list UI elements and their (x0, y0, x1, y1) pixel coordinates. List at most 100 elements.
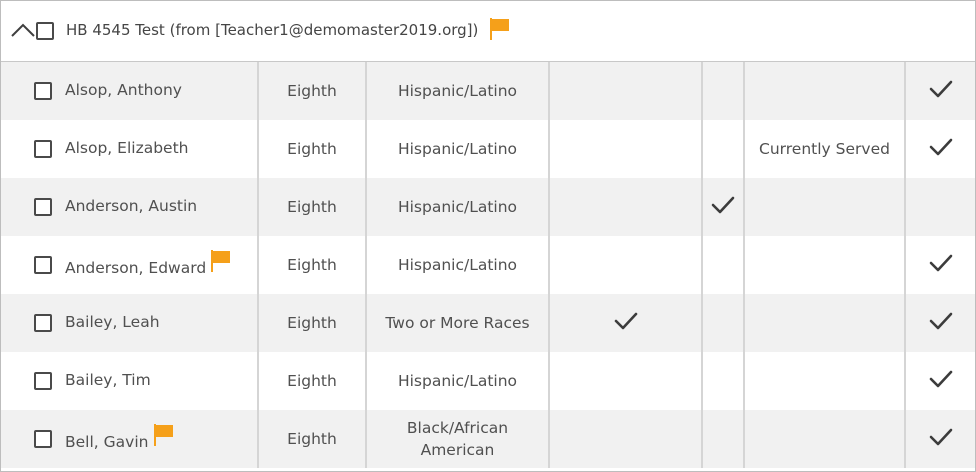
flag-column-a-cell (548, 62, 702, 120)
flag-column-a-cell (548, 120, 702, 178)
student-name-cell: Anderson, Edward (1, 236, 258, 294)
flag-column-a-cell (548, 236, 702, 294)
table-row[interactable]: Bailey, Leah Eighth Two or More Races (1, 294, 975, 352)
row-select-checkbox[interactable] (34, 430, 52, 448)
flag-column-c-cell (904, 236, 975, 294)
student-name-cell: Bell, Gavin (1, 410, 258, 468)
status-cell (743, 236, 905, 294)
student-name: Bell, Gavin (65, 433, 149, 451)
grade-cell: Eighth (257, 236, 366, 294)
status-text: Currently Served (759, 140, 890, 158)
status-cell (743, 294, 905, 352)
flag-column-b-cell (701, 294, 744, 352)
row-select-checkbox[interactable] (34, 372, 52, 390)
flag-column-c-cell (904, 62, 975, 120)
student-name-cell: Anderson, Austin (1, 178, 258, 236)
grade-cell: Eighth (257, 120, 366, 178)
flag-column-b-cell (701, 120, 744, 178)
flag-column-a-cell (548, 352, 702, 410)
grade-text: Eighth (287, 198, 337, 216)
status-cell (743, 410, 905, 468)
grade-cell: Eighth (257, 294, 366, 352)
student-table: Alsop, Anthony Eighth Hispanic/Latino Alsop… (1, 62, 975, 468)
student-name: Bailey, Leah (65, 313, 160, 331)
group-select-checkbox[interactable] (36, 22, 54, 40)
table-row[interactable]: Bell, Gavin Eighth Black/African American (1, 410, 975, 468)
flag-column-a-cell (548, 294, 702, 352)
flag-column-b-cell (701, 62, 744, 120)
ethnicity-text: American (420, 441, 495, 459)
student-name: Alsop, Elizabeth (65, 139, 189, 157)
ethnicity-cell: Hispanic/Latino (365, 352, 549, 410)
status-cell (743, 62, 905, 120)
table-row[interactable]: Anderson, Austin Eighth Hispanic/Latino (1, 178, 975, 236)
flag-column-c-cell (904, 120, 975, 178)
row-select-checkbox[interactable] (34, 256, 52, 274)
ethnicity-cell: Hispanic/Latino (365, 178, 549, 236)
ethnicity-text: Two or More Races (385, 314, 530, 332)
checkmark-icon (929, 138, 953, 161)
flag-icon (154, 424, 174, 446)
ethnicity-cell: Hispanic/Latino (365, 62, 549, 120)
checkmark-icon (929, 428, 953, 451)
flag-column-c-cell (904, 178, 975, 236)
student-group-panel: HB 4545 Test (from [Teacher1@demomaster2… (0, 0, 976, 472)
flag-column-b-cell (701, 410, 744, 468)
status-cell: Currently Served (743, 120, 905, 178)
grade-text: Eighth (287, 314, 337, 332)
student-name: Anderson, Austin (65, 197, 198, 215)
checkmark-icon (929, 312, 953, 335)
table-row[interactable]: Alsop, Elizabeth Eighth Hispanic/Latino Cur… (1, 120, 975, 178)
checkmark-icon (614, 312, 638, 335)
student-name-cell: Bailey, Tim (1, 352, 258, 410)
row-select-checkbox[interactable] (34, 198, 52, 216)
checkmark-icon (929, 370, 953, 393)
student-name-cell: Bailey, Leah (1, 294, 258, 352)
grade-cell: Eighth (257, 410, 366, 468)
student-name: Anderson, Edward (65, 259, 207, 277)
ethnicity-text: Hispanic/Latino (397, 256, 518, 274)
grade-text: Eighth (287, 82, 337, 100)
status-cell (743, 352, 905, 410)
grade-cell: Eighth (257, 62, 366, 120)
table-row[interactable]: Alsop, Anthony Eighth Hispanic/Latino (1, 62, 975, 120)
grade-text: Eighth (287, 256, 337, 274)
grade-text: Eighth (287, 372, 337, 390)
row-select-checkbox[interactable] (34, 314, 52, 332)
grade-text: Eighth (287, 430, 337, 448)
flag-column-c-cell (904, 294, 975, 352)
student-name: Alsop, Anthony (65, 81, 182, 99)
group-title: HB 4545 Test (from [Teacher1@demomaster2… (66, 21, 479, 39)
status-cell (743, 178, 905, 236)
flag-icon (490, 18, 509, 40)
ethnicity-text: Hispanic/Latino (397, 372, 518, 390)
flag-column-c-cell (904, 352, 975, 410)
group-header[interactable]: HB 4545 Test (from [Teacher1@demomaster2… (1, 1, 975, 62)
student-name-cell: Alsop, Elizabeth (1, 120, 258, 178)
grade-text: Eighth (287, 140, 337, 158)
student-name: Bailey, Tim (65, 371, 151, 389)
ethnicity-cell: Hispanic/Latino (365, 236, 549, 294)
flag-column-b-cell (701, 236, 744, 294)
grade-cell: Eighth (257, 178, 366, 236)
flag-column-b-cell (701, 352, 744, 410)
checkmark-icon (929, 80, 953, 103)
checkmark-icon (929, 254, 953, 277)
flag-column-a-cell (548, 178, 702, 236)
table-row[interactable]: Anderson, Edward Eighth Hispanic/Latino (1, 236, 975, 294)
row-select-checkbox[interactable] (34, 82, 52, 100)
ethnicity-cell: Hispanic/Latino (365, 120, 549, 178)
flag-column-c-cell (904, 410, 975, 468)
flag-column-b-cell (701, 178, 744, 236)
student-name-cell: Alsop, Anthony (1, 62, 258, 120)
flag-column-a-cell (548, 410, 702, 468)
checkmark-icon (711, 196, 735, 219)
ethnicity-text: Black/African (406, 419, 509, 437)
ethnicity-cell: Two or More Races (365, 294, 549, 352)
ethnicity-text: Hispanic/Latino (397, 82, 518, 100)
ethnicity-text: Hispanic/Latino (397, 198, 518, 216)
grade-cell: Eighth (257, 352, 366, 410)
chevron-up-icon[interactable] (11, 23, 35, 37)
table-row[interactable]: Bailey, Tim Eighth Hispanic/Latino (1, 352, 975, 410)
row-select-checkbox[interactable] (34, 140, 52, 158)
